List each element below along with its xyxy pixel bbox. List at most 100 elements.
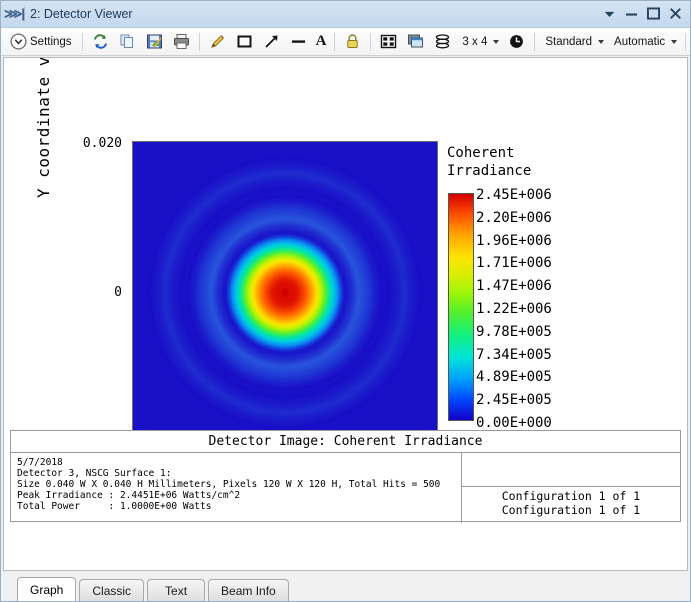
- toolbar-separator-5: [534, 32, 536, 51]
- print-icon: [173, 34, 189, 49]
- scale-dropdown[interactable]: Automatic: [608, 30, 681, 54]
- tab-beam-info-label: Beam Info: [221, 583, 276, 598]
- colorbar-tick: 1.71E+006: [476, 255, 552, 272]
- print-button[interactable]: [168, 30, 195, 54]
- text-tool-button[interactable]: A: [312, 30, 331, 54]
- window-title: 2: Detector Viewer: [30, 7, 133, 21]
- y-axis-tick-max: 0.020: [82, 136, 122, 151]
- detector-info-panel: Detector Image: Coherent Irradiance 5/7/…: [10, 430, 681, 523]
- colorbar-tick: 9.78E+005: [476, 323, 552, 340]
- colorbar-tick: 2.20E+006: [476, 209, 552, 226]
- refresh-button[interactable]: [87, 30, 114, 54]
- y-axis-tick-mid: 0: [114, 285, 122, 300]
- save-icon: [146, 34, 162, 49]
- layers-button[interactable]: [429, 30, 456, 54]
- line-icon: [291, 40, 305, 43]
- y-axis-title: Y coordinate value: [34, 57, 53, 198]
- lock-icon: [347, 34, 359, 48]
- chevron-down-icon: [493, 39, 500, 44]
- toolbar-separator-3: [334, 32, 336, 51]
- lock-button[interactable]: [339, 30, 366, 54]
- colorbar-title-line1: Coherent: [447, 145, 515, 161]
- arrow-icon: [264, 35, 278, 48]
- toolbar-separator-1: [81, 32, 83, 51]
- colorbar-tick: 1.47E+006: [476, 278, 552, 295]
- tab-graph[interactable]: Graph: [17, 577, 77, 601]
- close-icon: [669, 8, 681, 19]
- settings-dropdown-icon: [10, 33, 27, 50]
- colorbar-tick-labels: 2.45E+006 2.20E+006 1.96E+006 1.71E+006 …: [476, 184, 552, 435]
- colorbar-tick: 2.45E+006: [476, 187, 552, 203]
- colorbar-tick: 1.22E+006: [476, 300, 552, 317]
- clock-icon: [510, 35, 524, 48]
- layers-icon: [436, 34, 450, 49]
- line-tool-button[interactable]: [285, 30, 312, 54]
- settings-label: Settings: [30, 35, 72, 48]
- clock-button[interactable]: [503, 30, 530, 54]
- rectangle-tool-button[interactable]: [231, 30, 258, 54]
- fit-window-icon: [381, 34, 397, 49]
- minimize-button[interactable]: [620, 4, 642, 23]
- detector-image-plot[interactable]: [132, 141, 438, 444]
- tab-graph-label: Graph: [30, 582, 64, 597]
- tab-text[interactable]: Text: [147, 579, 206, 601]
- scale-dropdown-label: Automatic: [614, 35, 666, 48]
- detach-window-icon: [408, 34, 424, 48]
- refresh-icon: [93, 34, 107, 49]
- graph-pane: Y coordinate value 0.020 0 -0.020: [4, 57, 687, 488]
- colorbar: [448, 193, 474, 421]
- detector-icon: ⋙|: [3, 6, 25, 21]
- toolbar-separator-4: [370, 32, 372, 51]
- arrow-tool-button[interactable]: [258, 30, 285, 54]
- detector-viewer-window: ⋙| 2: Detector Viewer Settings A 3 x 4 S…: [0, 0, 691, 602]
- tab-classic[interactable]: Classic: [79, 579, 145, 601]
- tab-beam-info[interactable]: Beam Info: [208, 579, 289, 601]
- chevron-down-icon: [604, 11, 614, 17]
- colorbar-tick: 2.45E+005: [476, 392, 552, 409]
- colorbar-title-line2: Irradiance: [447, 163, 532, 179]
- title-divider: [24, 7, 25, 21]
- configuration-line-1: Configuration 1 of 1: [501, 489, 641, 503]
- configuration-line-2: Configuration 1 of 1: [501, 503, 641, 517]
- close-button[interactable]: [664, 4, 686, 23]
- pencil-icon: [210, 35, 224, 48]
- style-dropdown-label: Standard: [545, 35, 593, 48]
- colorbar-tick: 1.96E+006: [476, 232, 552, 249]
- colorbar-tick: 4.89E+005: [476, 369, 552, 386]
- toolbar-separator-6: [685, 32, 687, 51]
- colorbar-tick: 7.34E+005: [476, 346, 552, 363]
- info-panel-body: 5/7/2018 Detector 3, NSCG Surface 1: Siz…: [11, 453, 680, 523]
- settings-button[interactable]: Settings: [5, 30, 78, 54]
- tab-classic-label: Classic: [92, 583, 132, 598]
- minimize-icon: [625, 13, 637, 16]
- tab-text-label: Text: [165, 583, 188, 598]
- pencil-tool-button[interactable]: [204, 30, 231, 54]
- irradiance-heatmap: [133, 142, 437, 443]
- chevron-down-icon: [671, 39, 678, 44]
- maximize-button[interactable]: [642, 4, 664, 23]
- text-annotation-icon: A: [315, 33, 327, 49]
- tab-bar: Graph Classic Text Beam Info: [1, 571, 690, 601]
- copy-button[interactable]: [114, 30, 141, 54]
- fit-window-button[interactable]: [375, 30, 402, 54]
- info-configuration-column: Configuration 1 of 1 Configuration 1 of …: [462, 453, 680, 523]
- toolbar: Settings A 3 x 4 Standard Automatic: [1, 28, 690, 56]
- colorbar-gradient: [448, 193, 474, 421]
- info-configuration-spacer: [462, 453, 680, 487]
- viewer-content: Y coordinate value 0.020 0 -0.020: [3, 57, 688, 571]
- grid-layout-dropdown[interactable]: 3 x 4: [456, 30, 503, 54]
- info-details-text: 5/7/2018 Detector 3, NSCG Surface 1: Siz…: [11, 453, 462, 523]
- copy-icon: [120, 34, 133, 48]
- title-bar: ⋙| 2: Detector Viewer: [1, 1, 690, 28]
- rectangle-icon: [237, 35, 252, 48]
- grid-layout-label: 3 x 4: [462, 35, 488, 48]
- toolbar-separator-2: [198, 32, 200, 51]
- info-panel-header: Detector Image: Coherent Irradiance: [11, 431, 680, 453]
- colorbar-title: Coherent Irradiance: [447, 144, 531, 180]
- detach-window-button[interactable]: [402, 30, 429, 54]
- save-button[interactable]: [141, 30, 168, 54]
- style-dropdown[interactable]: Standard: [539, 30, 608, 54]
- window-menu-button[interactable]: [598, 4, 620, 23]
- info-configuration-text: Configuration 1 of 1 Configuration 1 of …: [462, 487, 680, 523]
- window-controls: [598, 4, 686, 23]
